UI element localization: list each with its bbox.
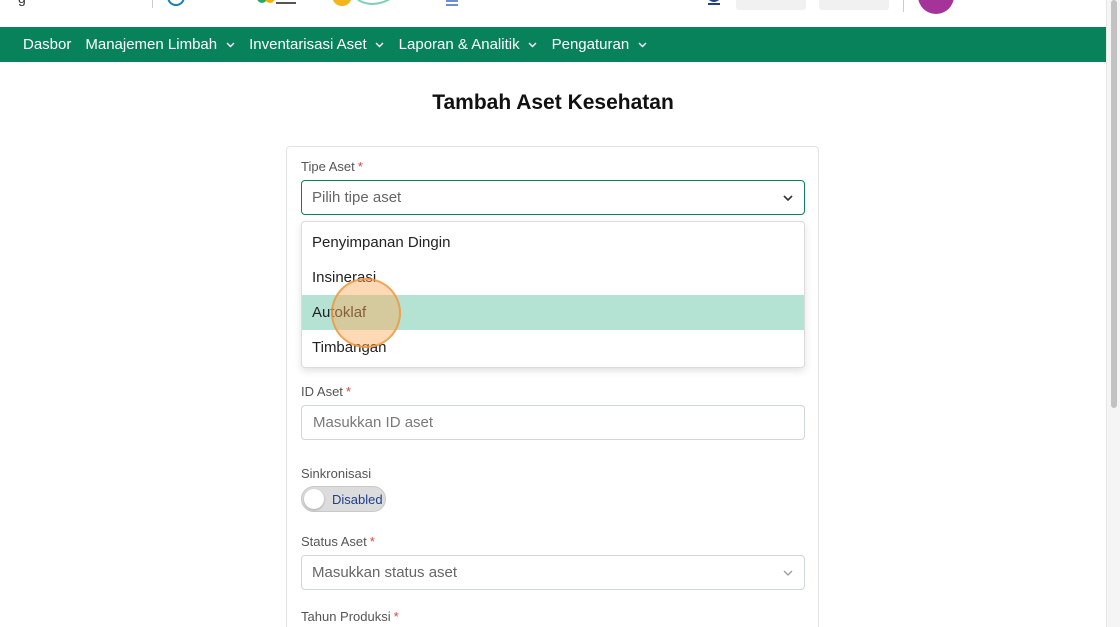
header-divider-right [903,0,904,12]
nav-item-pengaturan[interactable]: Pengaturan [552,36,648,53]
sync-label: Sinkronisasi [301,466,372,481]
asset-status-placeholder: Masukkan status aset [312,564,458,581]
page-scrollbar[interactable] [1106,0,1120,627]
asset-type-label: Tipe Aset * [301,159,363,174]
toggle-state-text: Disabled [332,492,383,507]
header-divider [152,0,153,8]
nav-item-label: Manajemen Limbah [85,36,218,53]
required-marker: * [369,534,375,549]
option-penyimpanan-dingin[interactable]: Penyimpanan Dingin [302,225,804,260]
chevron-down-icon [783,195,793,202]
nav-item-label: Inventarisasi Aset [249,36,367,53]
nav-item-inventarisasi-aset[interactable]: Inventarisasi Aset [249,36,385,53]
production-year-label: Tahun Produksi * [301,609,399,624]
header-button-2[interactable] [819,0,889,10]
chevron-down-icon [528,40,538,50]
required-marker: * [357,159,363,174]
asset-id-input[interactable] [301,405,805,440]
notification-bell-icon[interactable] [706,0,722,6]
nav-item-label: Laporan & Analitik [398,36,520,53]
logo-kemenkes-icon [167,0,185,6]
logo-menu-icon [446,0,458,6]
chevron-down-icon [375,40,385,50]
asset-status-select[interactable]: Masukkan status aset [301,555,805,590]
required-marker: * [393,609,399,624]
nav-item-laporan-analitik[interactable]: Laporan & Analitik [399,36,538,53]
scrollbar-thumb[interactable] [1111,0,1117,408]
production-year-label-text: Tahun Produksi [301,609,391,624]
user-avatar[interactable] [918,0,954,14]
nav-item-dasbor[interactable]: Dasbor [23,36,71,53]
asset-type-select[interactable]: Pilih tipe aset [301,180,805,215]
logo-indonesia-icon [257,0,296,4]
asset-type-placeholder: Pilih tipe aset [312,189,402,206]
asset-type-label-text: Tipe Aset [301,159,355,174]
option-timbangan[interactable]: Timbangan [302,330,804,365]
asset-id-label-text: ID Aset [301,384,343,399]
header-button-1[interactable] [736,0,806,10]
page-title: Tambah Aset Kesehatan [432,91,674,114]
asset-status-label: Status Aset * [301,534,375,549]
logo-partner-icon [332,0,391,6]
option-insinerasi[interactable]: Insinerasi [302,260,804,295]
top-header: g [0,0,1106,27]
nav-item-label: Dasbor [23,36,72,53]
asset-id-label: ID Aset * [301,384,351,399]
option-autoklaf[interactable]: Autoklaf [302,295,804,330]
nav-item-manajemen-limbah[interactable]: Manajemen Limbah [85,36,235,53]
required-marker: * [345,384,351,399]
main-navbar: Dasbor Manajemen Limbah Inventarisasi As… [0,27,1106,62]
toggle-knob [304,489,324,509]
chevron-down-icon [637,40,647,50]
asset-type-dropdown: Penyimpanan Dingin Insinerasi Autoklaf T… [301,221,805,368]
brand-text: g [18,0,26,6]
asset-status-label-text: Status Aset [301,534,367,549]
sync-toggle[interactable]: Disabled [301,486,386,512]
chevron-down-icon [225,40,235,50]
nav-item-label: Pengaturan [551,36,630,53]
chevron-down-icon [783,570,793,576]
